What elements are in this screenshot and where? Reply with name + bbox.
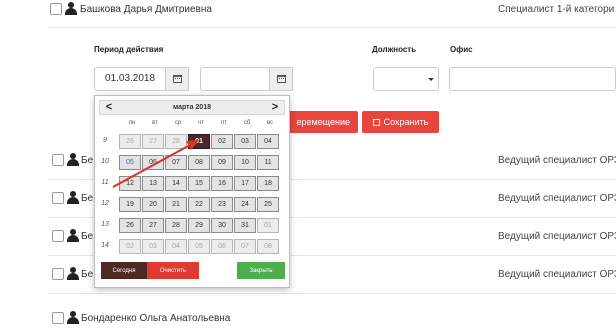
annotation-arrow — [112, 140, 199, 188]
